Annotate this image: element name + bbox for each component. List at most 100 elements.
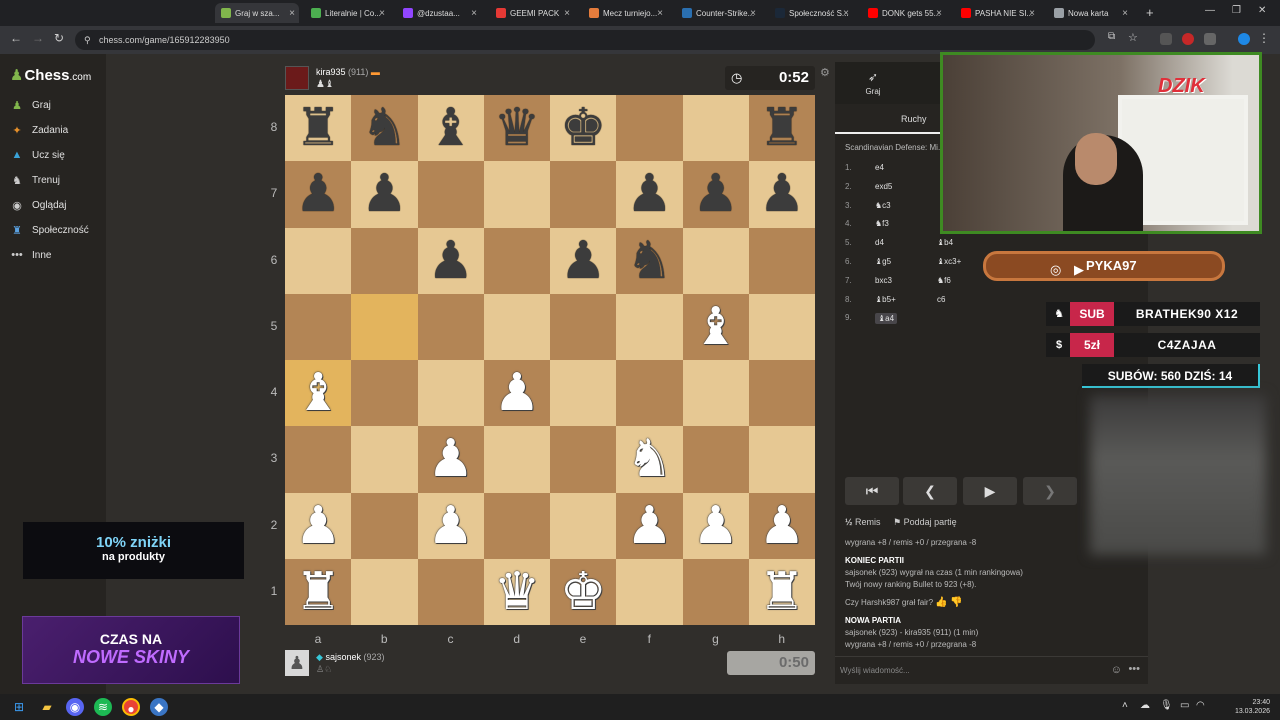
network-icon[interactable]: ◠	[1196, 700, 1205, 711]
square-g7[interactable]: ♟	[682, 161, 749, 228]
square-e2[interactable]	[550, 492, 617, 559]
white-move[interactable]: ♝b5+	[875, 295, 896, 304]
player-name[interactable]: ◆ sajsonek (923)	[316, 652, 385, 663]
square-e8[interactable]: ♚	[550, 95, 617, 162]
square-c8[interactable]: ♝	[417, 95, 484, 162]
black-pawn-piece[interactable]: ♟	[361, 168, 408, 220]
black-pawn-piece[interactable]: ♟	[626, 168, 673, 220]
white-pawn-piece[interactable]: ♟	[427, 500, 474, 552]
forward-icon[interactable]: →	[32, 31, 44, 45]
square-f4[interactable]	[616, 360, 683, 427]
tab-play[interactable]: ➶ Graj	[835, 70, 911, 96]
square-g4[interactable]	[682, 360, 749, 427]
tray-clock[interactable]: 23:40 13.03.2026	[1235, 698, 1270, 716]
monitor-icon[interactable]: ▭	[1180, 700, 1189, 711]
tab-close-icon[interactable]: ×	[289, 8, 295, 19]
sidebar-item-community[interactable]: ♜ Społeczność	[10, 219, 89, 241]
browser-tab[interactable]: Graj w sza... ×	[215, 3, 299, 23]
sidebar-item-watch[interactable]: ◉ Oglądaj	[10, 194, 66, 216]
black-knight-piece[interactable]: ♞	[626, 235, 673, 287]
square-f8[interactable]	[616, 95, 683, 162]
white-king-piece[interactable]: ♚	[560, 566, 607, 618]
square-a5[interactable]	[285, 293, 352, 360]
tab-close-icon[interactable]: ×	[471, 8, 477, 19]
thumbs-down-icon[interactable]: 👎	[950, 597, 962, 608]
square-g8[interactable]	[682, 95, 749, 162]
square-c1[interactable]	[417, 558, 484, 625]
emoji-icon[interactable]: ☺	[1111, 664, 1122, 676]
square-g3[interactable]	[682, 426, 749, 493]
white-pawn-piece[interactable]: ♟	[626, 500, 673, 552]
square-e1[interactable]: ♚	[550, 558, 617, 625]
square-c4[interactable]	[417, 360, 484, 427]
white-move[interactable]: e4	[875, 163, 884, 172]
black-pawn-piece[interactable]: ♟	[427, 235, 474, 287]
discord-icon[interactable]: ◉	[66, 698, 84, 716]
tab-close-icon[interactable]: ×	[750, 8, 756, 19]
browser-tab[interactable]: Mecz turniejo... ×	[583, 3, 667, 23]
square-d4[interactable]: ♟	[483, 360, 550, 427]
browser-tab[interactable]: Społeczność S... ×	[769, 3, 853, 23]
sidebar-item-learn[interactable]: ▲ Ucz się	[10, 144, 65, 166]
white-bishop-piece[interactable]: ♝	[692, 301, 739, 353]
white-move[interactable]: ♝g5	[875, 257, 891, 266]
last-move-button[interactable]: ❯	[1023, 477, 1077, 505]
black-pawn-piece[interactable]: ♟	[295, 168, 342, 220]
maximize-icon[interactable]: ❐	[1232, 5, 1241, 16]
first-move-button[interactable]: ⏮	[845, 477, 899, 505]
black-queen-piece[interactable]: ♛	[494, 102, 541, 154]
black-rook-piece[interactable]: ♜	[759, 102, 806, 154]
black-pawn-piece[interactable]: ♟	[759, 168, 806, 220]
square-b8[interactable]: ♞	[351, 95, 418, 162]
tray-app-icon[interactable]: ☁	[1140, 700, 1150, 711]
square-f6[interactable]: ♞	[616, 227, 683, 294]
square-e3[interactable]	[550, 426, 617, 493]
bookmark-star-icon[interactable]: ☆	[1128, 31, 1138, 44]
chess-board[interactable]: ♜ ♞ ♝ ♛ ♚ ♜ ♟ ♟ ♟ ♟ ♟ ♟ ♟ ♞ ♝ ♝ ♟ ♟ ♞ ♟ ♟ ♟ ♟ ♟ ♜ ♛ ♚ ♜	[285, 95, 815, 625]
opponent-name[interactable]: kira935 (911) ▬	[316, 67, 380, 77]
square-h7[interactable]: ♟	[748, 161, 815, 228]
square-a4[interactable]: ♝	[285, 360, 352, 427]
tab-close-icon[interactable]: ×	[564, 8, 570, 19]
square-c3[interactable]: ♟	[417, 426, 484, 493]
square-a2[interactable]: ♟	[285, 492, 352, 559]
square-c6[interactable]: ♟	[417, 227, 484, 294]
square-g2[interactable]: ♟	[682, 492, 749, 559]
draw-button[interactable]: ½ Remis	[845, 517, 881, 527]
tab-close-icon[interactable]: ×	[379, 8, 385, 19]
browser-tab[interactable]: PASHA NIE SI... ×	[955, 3, 1039, 23]
square-e4[interactable]	[550, 360, 617, 427]
square-b2[interactable]	[351, 492, 418, 559]
square-h2[interactable]: ♟	[748, 492, 815, 559]
square-f7[interactable]: ♟	[616, 161, 683, 228]
square-h6[interactable]	[748, 227, 815, 294]
browser-tab[interactable]: Counter-Strike... ×	[676, 3, 760, 23]
app-icon[interactable]: ◆	[150, 698, 168, 716]
black-move[interactable]: ♝b4	[937, 238, 953, 247]
square-b5[interactable]	[351, 293, 418, 360]
thumbs-up-icon[interactable]: 👍	[935, 597, 947, 608]
tab-close-icon[interactable]: ×	[1122, 8, 1128, 19]
tab-close-icon[interactable]: ×	[657, 8, 663, 19]
white-move[interactable]: ♞c3	[875, 201, 891, 210]
square-h4[interactable]	[748, 360, 815, 427]
square-d7[interactable]	[483, 161, 550, 228]
browser-tab[interactable]: DONK gets 55... ×	[862, 3, 946, 23]
white-pawn-piece[interactable]: ♟	[427, 433, 474, 485]
back-icon[interactable]: ←	[10, 31, 22, 45]
url-field[interactable]: ⚲ chess.com/game/165912283950	[75, 30, 1095, 50]
browser-tab[interactable]: Nowa karta ×	[1048, 3, 1132, 23]
white-pawn-piece[interactable]: ♟	[692, 500, 739, 552]
black-move[interactable]: c6	[937, 295, 945, 304]
board-settings-gear-icon[interactable]: ⚙	[820, 66, 830, 79]
white-bishop-piece[interactable]: ♝	[295, 367, 342, 419]
square-b1[interactable]	[351, 558, 418, 625]
square-g1[interactable]	[682, 558, 749, 625]
tray-expand-icon[interactable]: ˄	[1122, 700, 1128, 711]
white-move[interactable]: d4	[875, 238, 884, 247]
chat-message-input[interactable]: Wyślij wiadomość... ☺ •••	[835, 656, 1148, 684]
site-info-icon[interactable]: ⚲	[84, 30, 91, 50]
black-knight-piece[interactable]: ♞	[361, 102, 408, 154]
tab-close-icon[interactable]: ×	[843, 8, 849, 19]
square-d3[interactable]	[483, 426, 550, 493]
